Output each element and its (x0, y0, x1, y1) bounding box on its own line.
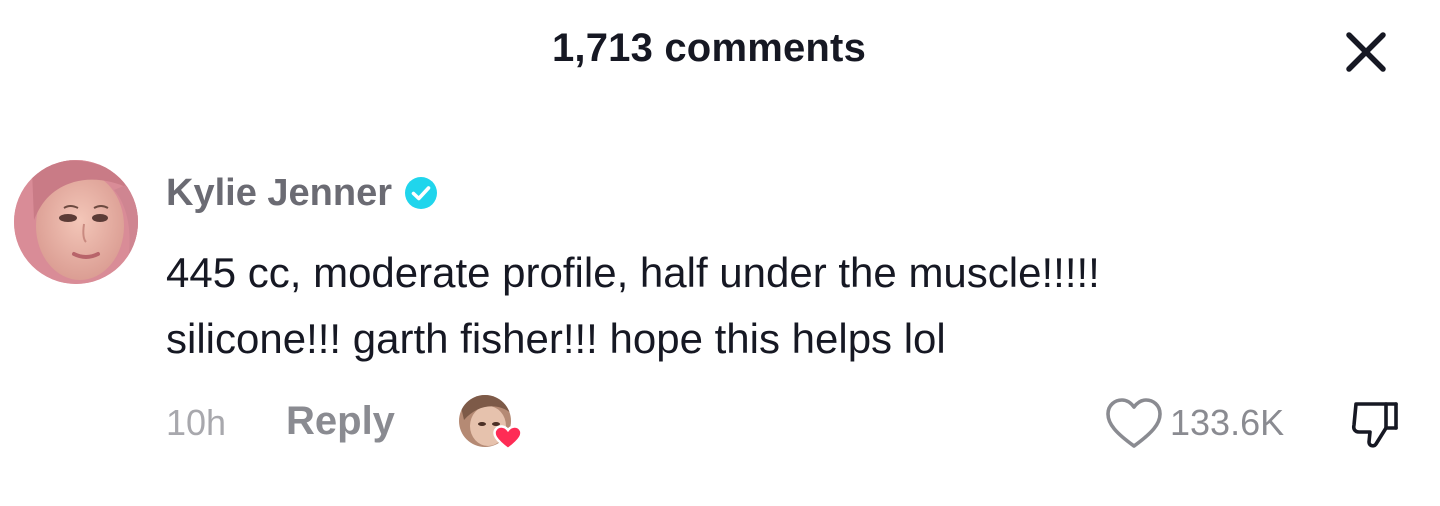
comment-text-line-1: 445 cc, moderate profile, half under the… (166, 249, 1100, 296)
close-button[interactable] (1340, 26, 1392, 78)
thumbs-down-icon (1351, 402, 1398, 448)
comments-sheet: 1,713 comments Kylie Jenner 445 cc, mode… (0, 0, 1440, 506)
comment-author-row: Kylie Jenner (166, 168, 438, 218)
avatar-image (14, 160, 138, 284)
comment-item: Kylie Jenner 445 cc, moderate profile, h… (14, 158, 1414, 488)
creator-liked-avatar-icon (458, 394, 528, 454)
avatar[interactable] (14, 160, 138, 284)
dislike-button[interactable] (1348, 398, 1402, 452)
comment-timestamp: 10h (166, 402, 227, 443)
reply-button[interactable]: Reply (286, 399, 395, 444)
close-icon (1346, 32, 1386, 72)
comment-username[interactable]: Kylie Jenner (166, 172, 392, 215)
like-count: 133.6K (1170, 402, 1285, 443)
comment-text: 445 cc, moderate profile, half under the… (166, 240, 1416, 372)
comments-count-title: 1,713 comments (551, 26, 867, 70)
comment-text-line-2: silicone!!! garth fisher!!! hope this he… (166, 315, 946, 362)
verified-badge-icon (405, 177, 437, 209)
comment-actions-row: 10h Reply 133.6K (166, 394, 1406, 452)
heart-outline-icon (1106, 398, 1162, 448)
like-button[interactable]: 133.6K (1104, 396, 1284, 450)
